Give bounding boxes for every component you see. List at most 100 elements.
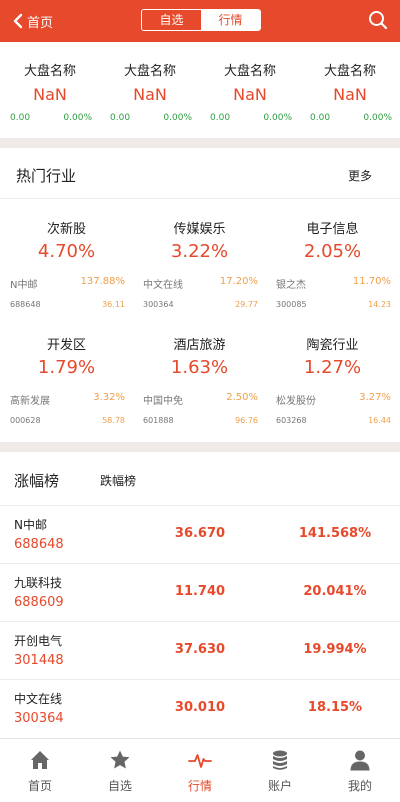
leading-stock-price: 14.23 xyxy=(368,300,391,309)
industry-percent: 2.05% xyxy=(303,241,362,262)
stock-name: 九联科技 xyxy=(14,576,63,590)
pulse-icon xyxy=(188,754,212,768)
back-button[interactable]: 首页 xyxy=(12,10,53,32)
leading-stock-code: 688648 xyxy=(10,300,41,309)
industry-card[interactable]: 次新股 4.70% N中邮 137.88% 688648 36.11 xyxy=(0,218,133,338)
tab-losers[interactable]: 跌幅榜 xyxy=(100,472,136,489)
stock-price: 36.670 xyxy=(174,526,226,541)
segment-control: 自选 行情 xyxy=(141,9,261,31)
stock-price: 37.630 xyxy=(174,642,226,657)
tab-market[interactable]: 行情 xyxy=(160,739,240,802)
leading-stock-price: 58.78 xyxy=(102,416,125,425)
stock-code: 688648 xyxy=(14,537,64,552)
leading-stock-code: 601888 xyxy=(143,416,174,425)
leading-stock-percent: 3.27% xyxy=(359,392,391,403)
leading-stock-name: 高新发展 xyxy=(10,396,50,407)
leading-stock-percent: 17.20% xyxy=(219,276,258,287)
industry-percent: 3.22% xyxy=(170,241,229,262)
index-value: NaN xyxy=(233,85,267,104)
index-change: 0.00 xyxy=(110,113,131,123)
index-name: 大盘名称 xyxy=(123,64,176,79)
industry-name: 开发区 xyxy=(46,338,86,353)
table-row[interactable]: 开创电气 301448 37.630 19.994% xyxy=(0,621,400,679)
tab-watchlist[interactable]: 自选 xyxy=(80,739,160,802)
segment-market[interactable]: 行情 xyxy=(201,10,260,30)
back-label: 首页 xyxy=(27,15,54,31)
divider xyxy=(0,198,400,199)
index-percent: 0.00% xyxy=(163,113,192,123)
leading-stock-code: 603268 xyxy=(276,416,307,425)
stock-change-percent: 18.15% xyxy=(307,700,363,715)
leading-stock-price: 96.76 xyxy=(235,416,258,425)
leading-stock-name: N中邮 xyxy=(10,280,38,291)
table-row[interactable]: 九联科技 688609 11.740 20.041% xyxy=(0,563,400,621)
stock-change-percent: 20.041% xyxy=(303,584,367,599)
leading-stock-name: 银之杰 xyxy=(276,280,306,291)
industry-card[interactable]: 开发区 1.79% 高新发展 3.32% 000628 58.78 xyxy=(0,334,133,454)
index-name: 大盘名称 xyxy=(223,64,276,79)
leading-stock-percent: 3.32% xyxy=(93,392,125,403)
stock-price: 30.010 xyxy=(174,700,226,715)
stock-code: 688609 xyxy=(14,595,64,610)
index-card[interactable]: 大盘名称 NaN 0.00 0.00% xyxy=(100,42,200,138)
search-button[interactable] xyxy=(368,10,388,34)
section-divider xyxy=(0,138,400,148)
leading-stock-price: 16.44 xyxy=(368,416,391,425)
industry-percent: 1.79% xyxy=(37,357,96,378)
more-link[interactable]: 更多 xyxy=(348,167,372,184)
table-row[interactable]: 中文在线 300364 30.010 18.15% xyxy=(0,679,400,737)
table-row[interactable]: N中邮 688648 36.670 141.568% xyxy=(0,505,400,563)
leading-stock-code: 000628 xyxy=(10,416,41,425)
tab-gainers[interactable]: 涨幅榜 xyxy=(14,470,59,491)
section-divider xyxy=(0,442,400,452)
index-value: NaN xyxy=(133,85,167,104)
index-percent: 0.00% xyxy=(63,113,92,123)
industry-percent: 1.27% xyxy=(303,357,362,378)
industry-name: 电子信息 xyxy=(306,222,359,237)
leading-stock-name: 中文在线 xyxy=(143,280,183,291)
home-icon xyxy=(31,751,49,769)
leading-stock-name: 中国中免 xyxy=(143,396,183,407)
index-change: 0.00 xyxy=(210,113,231,123)
coins-icon xyxy=(273,750,287,770)
leading-stock-price: 36.11 xyxy=(102,300,125,309)
leading-stock-percent: 11.70% xyxy=(352,276,391,287)
index-percent: 0.00% xyxy=(363,113,392,123)
tab-account[interactable]: 账户 xyxy=(240,739,320,802)
bottom-tab-bar: 首页 自选 行情 账户 我的 xyxy=(0,738,400,801)
index-change: 0.00 xyxy=(310,113,331,123)
industry-percent: 1.63% xyxy=(170,357,229,378)
index-card[interactable]: 大盘名称 NaN 0.00 0.00% xyxy=(0,42,100,138)
stock-name: 开创电气 xyxy=(14,634,63,648)
industry-card[interactable]: 陶瓷行业 1.27% 松发股份 3.27% 603268 16.44 xyxy=(266,334,399,454)
segment-watchlist[interactable]: 自选 xyxy=(142,10,201,30)
industry-card[interactable]: 传媒娱乐 3.22% 中文在线 17.20% 300364 29.77 xyxy=(133,218,266,338)
industry-percent: 4.70% xyxy=(37,241,96,262)
star-icon xyxy=(110,750,130,769)
stock-code: 300364 xyxy=(14,711,64,726)
industry-card[interactable]: 电子信息 2.05% 银之杰 11.70% 300085 14.23 xyxy=(266,218,399,338)
leading-stock-percent: 137.88% xyxy=(80,276,126,287)
stock-change-percent: 141.568% xyxy=(298,526,372,541)
stock-code: 301448 xyxy=(14,653,64,668)
index-strip: 大盘名称 NaN 0.00 0.00% 大盘名称 NaN 0.00 0.00% … xyxy=(0,42,400,138)
stock-name: 中文在线 xyxy=(14,692,63,706)
index-value: NaN xyxy=(333,85,367,104)
index-card[interactable]: 大盘名称 NaN 0.00 0.00% xyxy=(300,42,400,138)
stock-change-percent: 19.994% xyxy=(303,642,367,657)
industry-name: 陶瓷行业 xyxy=(306,338,359,353)
leading-stock-percent: 2.50% xyxy=(226,392,258,403)
leading-stock-name: 松发股份 xyxy=(276,396,316,407)
leading-stock-code: 300364 xyxy=(143,300,174,309)
chevron-left-icon xyxy=(13,13,23,29)
tab-home[interactable]: 首页 xyxy=(0,739,80,802)
tab-label: 首页 xyxy=(27,779,52,793)
user-icon xyxy=(350,750,370,771)
industry-card[interactable]: 酒店旅游 1.63% 中国中免 2.50% 601888 96.76 xyxy=(133,334,266,454)
stock-price: 11.740 xyxy=(174,584,226,599)
tab-profile[interactable]: 我的 xyxy=(320,739,400,802)
industry-name: 酒店旅游 xyxy=(173,338,226,353)
leading-stock-code: 300085 xyxy=(276,300,307,309)
industry-name: 传媒娱乐 xyxy=(173,222,226,237)
index-card[interactable]: 大盘名称 NaN 0.00 0.00% xyxy=(200,42,300,138)
